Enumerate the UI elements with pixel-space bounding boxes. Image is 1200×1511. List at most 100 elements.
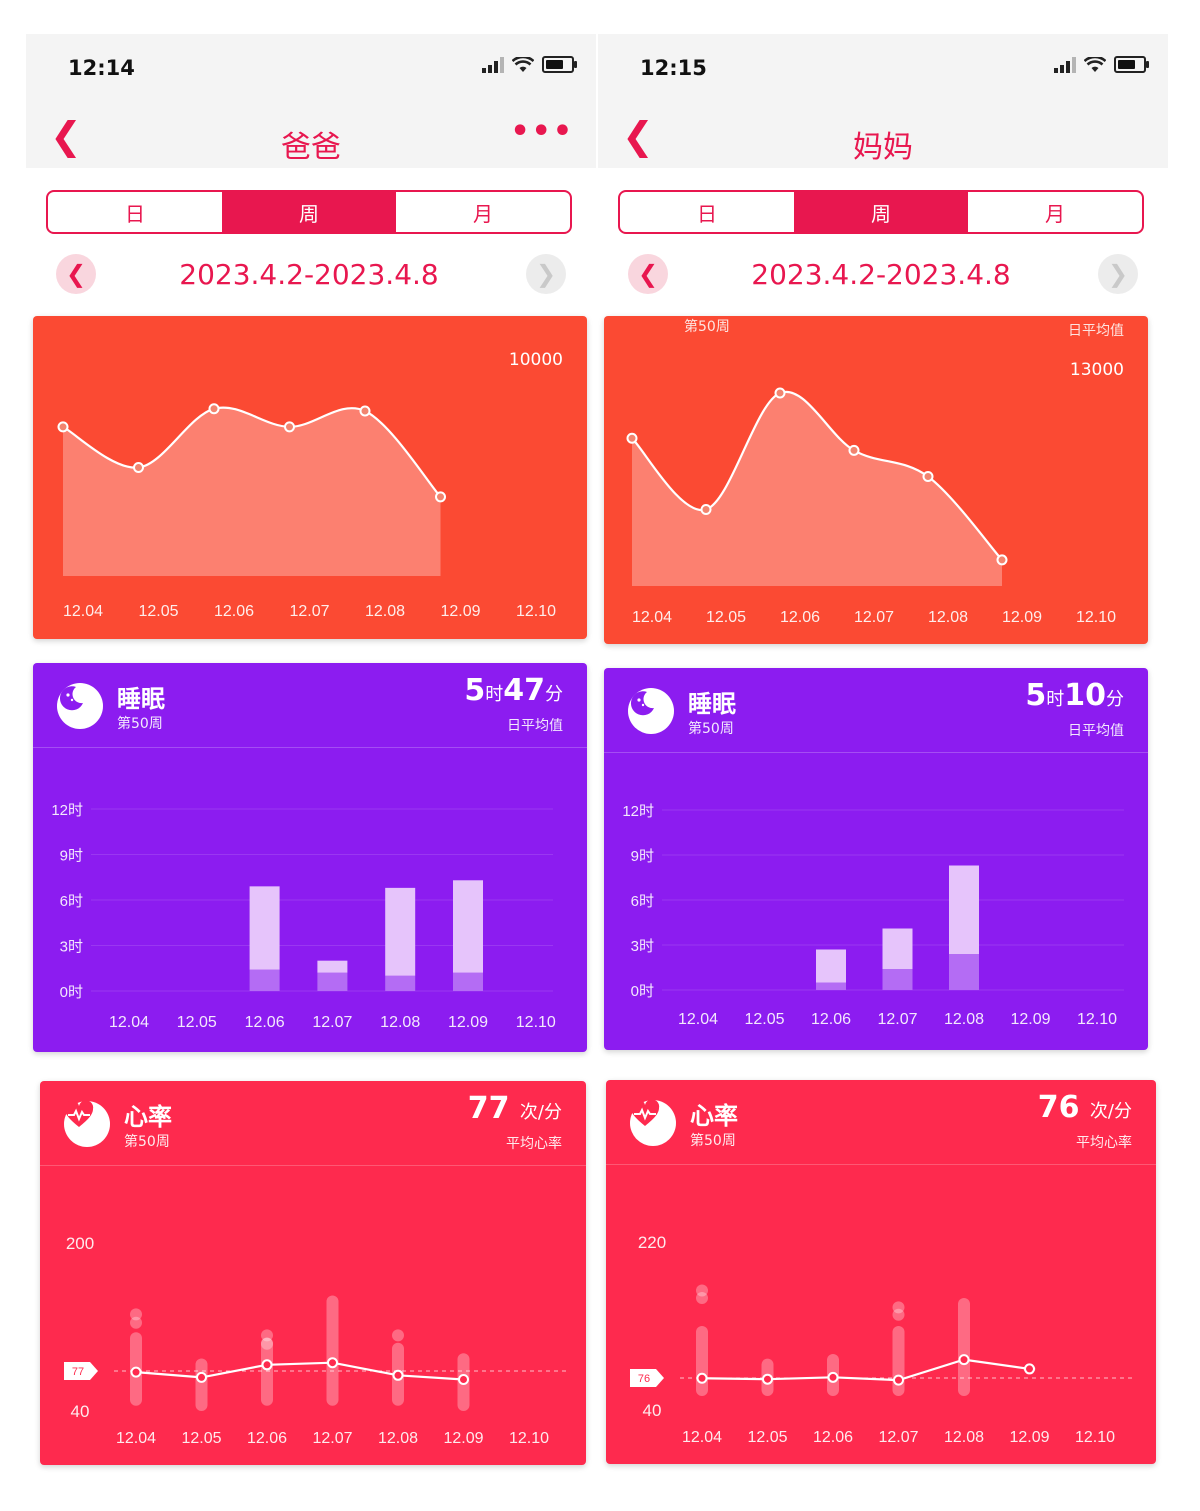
heart-chart: 220 40 76 12.04 12.05 12.06 12.07 12.08 12.09 12.… — [630, 1233, 1136, 1446]
battery-icon — [542, 56, 577, 73]
chevron-right-icon: ❯ — [1107, 260, 1129, 288]
steps-point-12.04 — [626, 432, 638, 444]
sleep-y-label: 3时 — [60, 939, 83, 956]
steps-x-label: 12.07 — [289, 603, 329, 620]
steps-x-label: 12.07 — [854, 609, 894, 626]
steps-x-label: 12.04 — [63, 603, 103, 620]
heart-point-12.07 — [893, 1374, 904, 1386]
heart-range-12.08 — [958, 1298, 970, 1396]
steps-point-12.05 — [133, 462, 144, 474]
sleep-bar-light-12.06 — [816, 949, 846, 983]
steps-x-label: 12.08 — [928, 609, 968, 626]
heart-range-12.04 — [696, 1326, 708, 1396]
sleep-x-label: 12.08 — [380, 1014, 420, 1031]
status-icons — [482, 56, 577, 73]
sleep-card[interactable]: 睡眠 第50周 5时47分 日平均值 12时 9时 6时 3时 0时 12.04 12.05… — [33, 663, 587, 1052]
heart-rate-card[interactable]: 心率 第50周 77 次/分 平均心率 200 40 77 12.04 12.05 12.… — [40, 1081, 586, 1465]
heart-chart: 200 40 77 12.04 12.05 12.06 12.07 12.08 12.09 12.… — [64, 1234, 570, 1447]
sleep-x-label: 12.06 — [811, 1011, 851, 1028]
heart-point-12.04 — [696, 1372, 708, 1384]
sleep-x-label: 12.04 — [678, 1011, 718, 1028]
heart-y-min-label: 40 — [71, 1402, 90, 1421]
nav-bar: ❮ 妈妈 — [598, 104, 1168, 168]
tab-week[interactable]: 周 — [222, 192, 396, 232]
steps-avg-label: 日平均值 — [1068, 323, 1124, 339]
heart-x-label: 12.08 — [378, 1430, 418, 1447]
sleep-bar-light-12.07 — [317, 960, 348, 973]
sleep-x-label: 12.10 — [516, 1014, 556, 1031]
sleep-chart: 12时 9时 6时 3时 0时 12.04 12.05 12.06 12.07 12.08 12.0… — [51, 802, 556, 1031]
sleep-y-label: 0时 — [631, 983, 654, 1000]
heart-x-label: 12.07 — [312, 1430, 352, 1447]
steps-max-label: 13000 — [1069, 360, 1124, 380]
heart-point-12.05 — [762, 1373, 773, 1385]
heart-x-label: 12.05 — [747, 1429, 787, 1446]
steps-card[interactable]: 12.04 12.05 12.06 12.07 12.08 12.09 12.10 1000… — [33, 316, 587, 639]
steps-area — [63, 407, 441, 576]
sleep-bar-deep-12.06 — [249, 969, 280, 991]
battery-icon — [1114, 56, 1149, 73]
heart-point-12.09 — [1024, 1363, 1035, 1375]
heart-avg-tag-label: 77 — [72, 1366, 84, 1378]
heart-rate-card[interactable]: 心率 第50周 76 次/分 平均心率 220 40 76 12.04 12.05 12.… — [606, 1080, 1156, 1464]
heart-outlier-dot — [892, 1301, 905, 1314]
steps-card[interactable]: 12.04 12.05 12.06 12.07 12.08 12.09 12.10 第50周… — [604, 316, 1148, 644]
status-bar: 12:14 — [26, 34, 596, 104]
sleep-x-label: 12.07 — [877, 1011, 917, 1028]
heart-x-label: 12.04 — [682, 1429, 722, 1446]
heart-x-label: 12.08 — [944, 1429, 984, 1446]
tab-month[interactable]: 月 — [968, 192, 1142, 232]
date-range: 2023.4.2-2023.4.8 — [751, 258, 1011, 291]
steps-point-12.08 — [359, 405, 371, 417]
sleep-bar-deep-12.07 — [882, 969, 913, 990]
sleep-card[interactable]: 睡眠 第50周 5时10分 日平均值 12时 9时 6时 3时 0时 12.04 12.05… — [604, 668, 1148, 1050]
next-week-button[interactable]: ❯ — [1098, 254, 1138, 294]
sleep-y-label: 3时 — [631, 938, 654, 955]
sleep-bar-light-12.06 — [249, 886, 280, 970]
next-week-button[interactable]: ❯ — [526, 254, 566, 294]
steps-area — [632, 391, 1002, 586]
sleep-y-label: 12时 — [51, 802, 83, 819]
heart-outlier-dot — [696, 1284, 708, 1297]
date-range-bar: ❮ 2023.4.2-2023.4.8 ❯ — [618, 252, 1144, 298]
sleep-y-label: 0时 — [60, 984, 83, 1001]
sleep-bar-light-12.08 — [949, 865, 979, 954]
tab-day[interactable]: 日 — [48, 192, 222, 232]
sleep-x-label: 12.08 — [944, 1011, 984, 1028]
heart-point-12.06 — [827, 1371, 839, 1383]
steps-point-12.09 — [435, 491, 446, 503]
heart-outlier-dot — [392, 1329, 404, 1342]
sleep-y-label: 6时 — [631, 893, 654, 910]
heart-outlier-dot — [130, 1308, 142, 1321]
more-icon[interactable]: ••• — [510, 114, 574, 149]
sleep-y-label: 6时 — [60, 893, 83, 910]
heart-point-12.06 — [261, 1359, 273, 1371]
tab-month[interactable]: 月 — [396, 192, 570, 232]
sleep-x-label: 12.06 — [245, 1014, 285, 1031]
steps-point-12.06 — [774, 387, 786, 399]
steps-x-label: 12.08 — [365, 603, 405, 620]
tab-day[interactable]: 日 — [620, 192, 794, 232]
heart-outlier-dot — [261, 1329, 273, 1342]
steps-point-12.06 — [208, 403, 220, 415]
heart-point-12.08 — [958, 1354, 970, 1366]
status-time: 12:15 — [640, 56, 707, 80]
sleep-x-label: 12.10 — [1077, 1011, 1117, 1028]
chevron-right-icon: ❯ — [535, 260, 557, 288]
heart-point-12.07 — [327, 1357, 338, 1369]
sleep-bar-light-12.07 — [882, 928, 913, 969]
steps-chart: 12.04 12.05 12.06 12.07 12.08 12.09 12.10 — [57, 403, 556, 620]
signal-icon — [1054, 56, 1076, 73]
steps-x-label: 12.09 — [1002, 609, 1042, 626]
steps-x-label: 12.09 — [440, 603, 480, 620]
heart-x-label: 12.09 — [1009, 1429, 1049, 1446]
steps-point-12.08 — [922, 470, 934, 482]
status-time: 12:14 — [68, 56, 135, 80]
tab-week[interactable]: 周 — [794, 192, 968, 232]
page-title: 妈妈 — [853, 130, 913, 165]
steps-x-label: 12.05 — [706, 609, 746, 626]
heart-range-12.05 — [195, 1358, 208, 1411]
sleep-y-label: 9时 — [60, 848, 83, 865]
sleep-bar-deep-12.08 — [949, 954, 979, 990]
heart-avg-tag-label: 76 — [638, 1373, 650, 1385]
